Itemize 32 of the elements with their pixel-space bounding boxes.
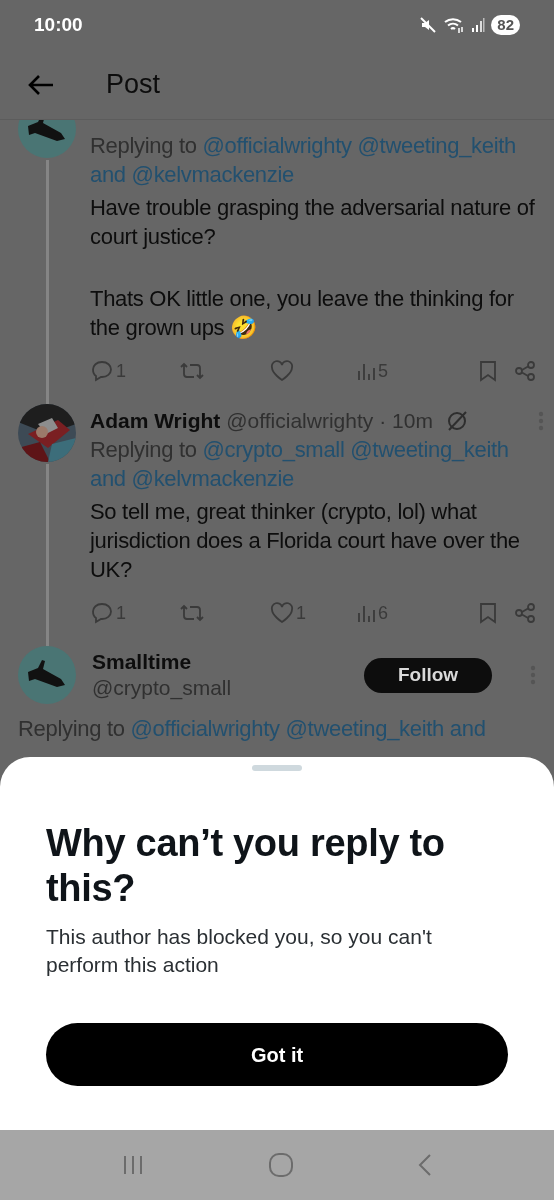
sheet-message: This author has blocked you, so you can't perform this action (46, 924, 433, 978)
author-name: Adam Wright (90, 407, 221, 434)
avatar-icon[interactable] (18, 646, 76, 704)
mute-icon (419, 16, 438, 34)
signal-icon (471, 17, 486, 33)
heart-icon (270, 360, 294, 382)
reply-icon (90, 602, 114, 624)
heart-icon (270, 602, 294, 624)
battery-level: 82 (491, 15, 520, 35)
wifi-icon (443, 16, 466, 34)
back-icon[interactable] (416, 1153, 433, 1177)
clock-time: 10:00 (34, 12, 83, 37)
page-title: Post (106, 68, 161, 102)
share-icon (514, 602, 536, 624)
bookmark-icon (478, 602, 498, 624)
share-icon (514, 360, 536, 382)
views-icon (356, 603, 376, 623)
post-text: Thats OK little one, you leave the thinking for the grown ups 🤣 (90, 285, 515, 342)
follow-button[interactable]: Follow (364, 657, 492, 693)
bookmark-icon (478, 360, 498, 382)
home-icon[interactable] (268, 1152, 294, 1178)
got-it-button[interactable]: Got it (46, 1023, 508, 1086)
drag-handle[interactable] (252, 765, 302, 771)
post-text: Have trouble grasping the adversarial nature of court justice? (90, 194, 536, 251)
reply-icon (90, 360, 114, 382)
sheet-title: Why can’t you reply to this? (46, 821, 446, 911)
repost-icon (178, 602, 206, 624)
author-name: Smalltime (92, 649, 193, 675)
repost-icon (178, 360, 206, 382)
views-icon (356, 361, 376, 381)
back-arrow-icon (27, 72, 55, 97)
post-text: So tell me, great thinker (crypto, lol) what jurisdiction does a Florida court have over the UK? (90, 498, 521, 584)
